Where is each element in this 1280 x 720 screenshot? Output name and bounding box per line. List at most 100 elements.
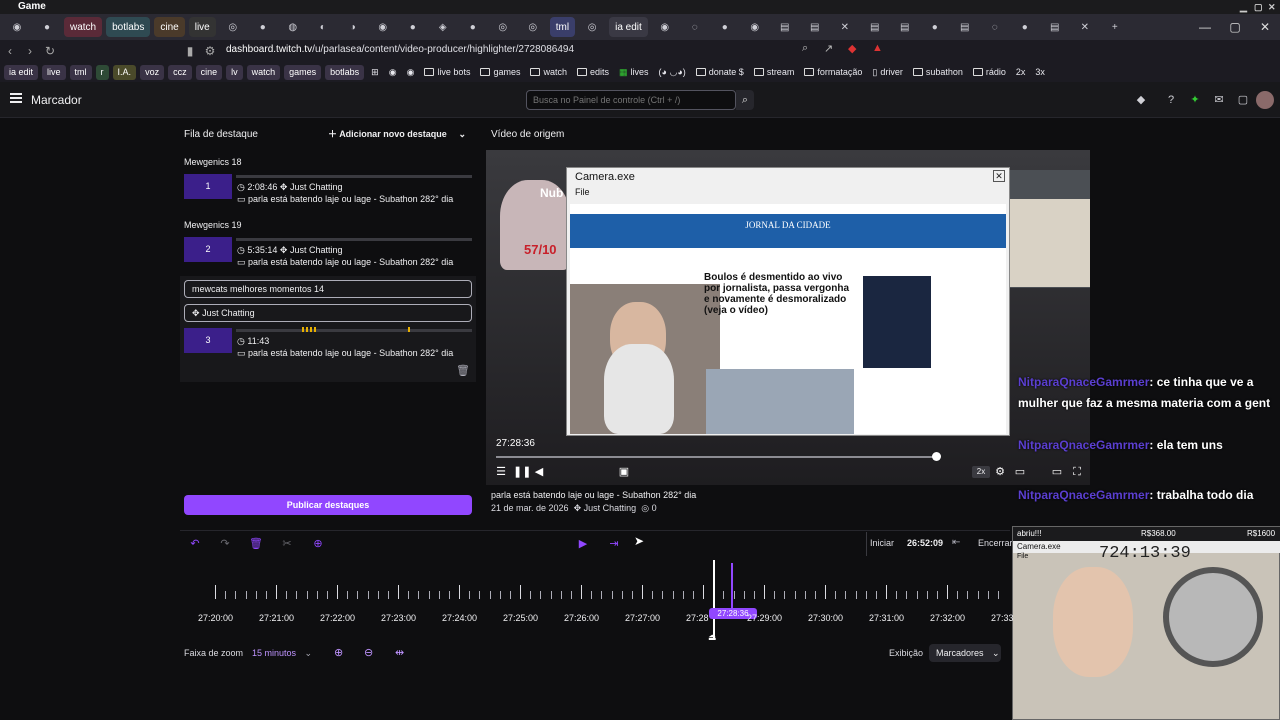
bookmark-lives[interactable]: ▦ lives xyxy=(616,67,652,78)
tab-icon[interactable]: ▤ xyxy=(772,17,798,37)
close-icon[interactable]: ✕ xyxy=(1268,0,1276,14)
tab-icon[interactable]: ● xyxy=(400,17,426,37)
bookmark-folder-edits[interactable]: edits xyxy=(574,67,612,77)
tab-icon[interactable]: ● xyxy=(1012,17,1038,37)
publish-highlights-button[interactable]: Publicar destaques xyxy=(184,495,472,515)
notifications-icon[interactable]: ◆ xyxy=(1134,93,1148,107)
bookmark-button[interactable]: I.A. xyxy=(112,64,137,80)
bookmark-button[interactable]: ia edit xyxy=(4,64,39,80)
pause-icon[interactable]: ❚❚ xyxy=(513,465,531,479)
tab-icon[interactable]: ◉ xyxy=(742,17,768,37)
site-settings-icon[interactable]: ⚙ xyxy=(200,44,220,58)
bookmark-kaomoji[interactable]: (◕ ◡◕) xyxy=(656,67,689,78)
bookmark-button[interactable]: cine xyxy=(195,64,223,80)
bookmark-button[interactable]: botlabs xyxy=(325,64,365,80)
end-label[interactable]: Encerrar xyxy=(978,538,1013,548)
tab-icon[interactable]: ▤ xyxy=(952,17,978,37)
tab-icon[interactable]: ● xyxy=(250,17,276,37)
tab-icon[interactable]: ◌ xyxy=(682,17,708,37)
tab-icon[interactable]: ● xyxy=(34,17,60,37)
zoom-in-icon[interactable]: ⊕ xyxy=(334,646,343,659)
bookmark-button[interactable]: live xyxy=(42,64,66,80)
bookmark-folder-watch[interactable]: watch xyxy=(527,67,570,77)
forward-icon[interactable]: › xyxy=(20,44,40,58)
bookmark-button[interactable]: r xyxy=(95,64,109,80)
tab-icon[interactable]: ◐ xyxy=(310,17,336,37)
video-progress-bar[interactable] xyxy=(496,456,936,458)
tab-icon[interactable]: ● xyxy=(712,17,738,37)
search-icon[interactable]: ⌕ xyxy=(736,90,754,110)
bookmark-2x[interactable]: 2x xyxy=(1013,67,1029,77)
start-time[interactable]: 26:52:09 xyxy=(907,538,943,548)
zoom-out-icon[interactable]: ⊖ xyxy=(364,646,373,659)
minimize-icon[interactable]: ▁ xyxy=(1240,0,1247,14)
minimize-icon[interactable]: — xyxy=(1190,14,1220,40)
bookmark-icon[interactable]: ▮ xyxy=(180,44,200,58)
tab-icon[interactable]: ◉ xyxy=(4,17,30,37)
bookmark-folder-games[interactable]: games xyxy=(477,67,523,77)
bookmark-3x[interactable]: 3x xyxy=(1032,67,1048,77)
tab-icon[interactable]: ◉ xyxy=(370,17,396,37)
tab-icon[interactable]: ● xyxy=(922,17,948,37)
bookmark-icon[interactable]: ◉ xyxy=(386,67,400,78)
extension-icon[interactable]: ✦ xyxy=(1188,93,1202,107)
bookmark-folder-formatacao[interactable]: formatação xyxy=(801,67,865,77)
bookmark-folder-donate[interactable]: donate $ xyxy=(693,67,747,77)
bookmark-driver[interactable]: ▯ driver xyxy=(869,67,905,78)
trash-icon[interactable]: 🗑 xyxy=(249,537,263,551)
maximize-icon[interactable]: ▢ xyxy=(1254,0,1263,14)
tab-live[interactable]: live xyxy=(188,17,216,37)
volume-icon[interactable]: ◀ xyxy=(532,465,546,479)
undo-icon[interactable]: ↶ xyxy=(188,537,202,551)
trash-icon[interactable]: 🗑 xyxy=(456,364,470,377)
tab-icon[interactable]: ◈ xyxy=(430,17,456,37)
extension-icon[interactable]: ▲ xyxy=(872,42,883,54)
tab-icon[interactable]: ◎ xyxy=(520,17,546,37)
whispers-icon[interactable]: ▢ xyxy=(1236,93,1250,107)
zoom-icon[interactable]: ⌕ xyxy=(802,42,808,55)
reload-icon[interactable]: ↻ xyxy=(40,44,60,58)
tab-icon[interactable]: ▤ xyxy=(802,17,828,37)
help-icon[interactable]: ? xyxy=(1164,93,1178,107)
tab-watch[interactable]: watch xyxy=(64,17,103,37)
tab-icon[interactable]: ◌ xyxy=(982,17,1008,37)
play-icon[interactable]: ▶ xyxy=(576,537,590,551)
tab-icon[interactable]: ● xyxy=(460,17,486,37)
set-start-icon[interactable]: ⇤ xyxy=(952,537,960,548)
maximize-icon[interactable]: ▢ xyxy=(1220,14,1250,40)
mail-icon[interactable]: ✉ xyxy=(1212,93,1226,107)
tab-icon[interactable]: ◎ xyxy=(220,17,246,37)
tab-icon[interactable]: ◎ xyxy=(490,17,516,37)
bookmark-button[interactable]: games xyxy=(284,64,322,80)
bookmark-button[interactable]: tml xyxy=(69,64,92,80)
chapters-icon[interactable]: ☰ xyxy=(494,465,508,479)
tab-cine[interactable]: cine xyxy=(154,17,185,37)
add-icon[interactable]: ⊕ xyxy=(311,537,325,551)
tab-icon[interactable]: ▤ xyxy=(862,17,888,37)
playhead-handle-icon[interactable]: ⏏ xyxy=(708,632,717,643)
highlight-title-input[interactable]: mewcats melhores momentos 14 xyxy=(184,280,472,298)
timeline-ruler[interactable] xyxy=(184,585,1010,607)
tab-icon[interactable]: ◎ xyxy=(579,17,605,37)
settings-icon[interactable]: ⚙ xyxy=(993,465,1007,479)
highlight-number[interactable]: 2 xyxy=(184,237,232,262)
close-window-icon[interactable]: ✕ xyxy=(1250,14,1280,40)
tab-icon[interactable]: ◑ xyxy=(340,17,366,37)
share-icon[interactable]: ↗ xyxy=(824,42,833,55)
extension-icon[interactable]: ◆ xyxy=(848,42,856,55)
menu-icon[interactable] xyxy=(10,93,22,103)
highlight-number[interactable]: 3 xyxy=(184,328,232,353)
bookmark-button[interactable]: watch xyxy=(246,64,281,80)
search-input[interactable] xyxy=(526,90,736,110)
highlight-number[interactable]: 1 xyxy=(184,174,232,199)
tab-icon[interactable]: ▤ xyxy=(1042,17,1068,37)
bookmark-folder-radio[interactable]: rádio xyxy=(970,67,1009,77)
tab-icon[interactable]: ◉ xyxy=(652,17,678,37)
bookmark-folder-stream[interactable]: stream xyxy=(751,67,798,77)
new-tab-icon[interactable]: + xyxy=(1102,17,1128,37)
bookmark-icon[interactable]: ◉ xyxy=(404,67,418,78)
skip-end-icon[interactable]: ⇥ xyxy=(607,537,621,551)
url-text[interactable]: dashboard.twitch.tv/u/parlasea/content/v… xyxy=(226,44,574,55)
bookmark-folder-subathon[interactable]: subathon xyxy=(910,67,966,77)
tab-icon[interactable]: ◍ xyxy=(280,17,306,37)
